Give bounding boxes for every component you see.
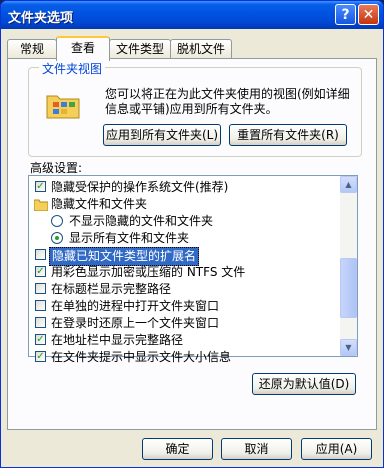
folder-views-legend: 文件夹视图 — [39, 60, 106, 77]
apply-to-all-folders-button[interactable]: 应用到所有文件夹(L) — [103, 124, 221, 146]
scroll-thumb[interactable] — [340, 258, 357, 318]
checkbox[interactable] — [35, 300, 46, 311]
ok-button[interactable]: 确定 — [142, 438, 213, 460]
checkbox[interactable]: ✓ — [35, 334, 46, 345]
folder-options-dialog: 文件夹选项 ? ✕ 常规 查看 文件类型 脱机文件 文件夹视图 您可以将正在为此… — [0, 0, 384, 468]
scroll-up-button[interactable]: ▲ — [340, 176, 357, 193]
apply-button[interactable]: 应用(A) — [301, 438, 372, 460]
help-button[interactable]: ? — [335, 4, 356, 25]
restore-defaults-button[interactable]: 还原为默认值(D) — [252, 373, 356, 395]
vertical-scrollbar[interactable]: ▲ ▼ — [340, 176, 357, 356]
radio-button[interactable] — [51, 215, 63, 227]
checkbox[interactable]: ✓ — [35, 181, 46, 192]
advanced-settings-list[interactable]: ✓ 隐藏受保护的操作系统文件(推荐) 隐藏文件和文件夹 不显示隐藏的文件和文件夹… — [28, 175, 358, 364]
folder-views-icon — [46, 95, 80, 119]
tab-general[interactable]: 常规 — [7, 39, 57, 58]
radio-button[interactable] — [51, 232, 63, 244]
cancel-button[interactable]: 取消 — [221, 438, 292, 460]
tab-file-types[interactable]: 文件类型 — [109, 39, 171, 58]
checkbox[interactable] — [35, 249, 46, 260]
window-title: 文件夹选项 — [8, 11, 74, 26]
checkbox[interactable] — [35, 317, 46, 328]
checkbox[interactable] — [35, 283, 46, 294]
scroll-down-button[interactable]: ▼ — [340, 339, 357, 356]
folder-icon — [34, 199, 48, 211]
reset-all-folders-button[interactable]: 重置所有文件夹(R) — [229, 124, 347, 146]
view-tab-panel: 文件夹视图 您可以将正在为此文件夹使用的视图(例如详细信息或平铺)应用到所有文件… — [7, 58, 377, 430]
folder-views-group: 文件夹视图 您可以将正在为此文件夹使用的视图(例如详细信息或平铺)应用到所有文件… — [28, 60, 362, 157]
folder-views-description: 您可以将正在为此文件夹使用的视图(例如详细信息或平铺)应用到所有文件夹。 — [105, 87, 350, 116]
title-bar[interactable]: 文件夹选项 ? ✕ — [1, 1, 383, 29]
checkbox[interactable]: ✓ — [35, 351, 46, 362]
advanced-settings-label: 高级设置: — [30, 161, 83, 175]
tab-view[interactable]: 查看 — [56, 36, 110, 61]
tab-offline-files[interactable]: 脱机文件 — [170, 39, 232, 58]
checkbox[interactable]: ✓ — [35, 266, 46, 277]
close-button[interactable]: ✕ — [358, 4, 379, 25]
